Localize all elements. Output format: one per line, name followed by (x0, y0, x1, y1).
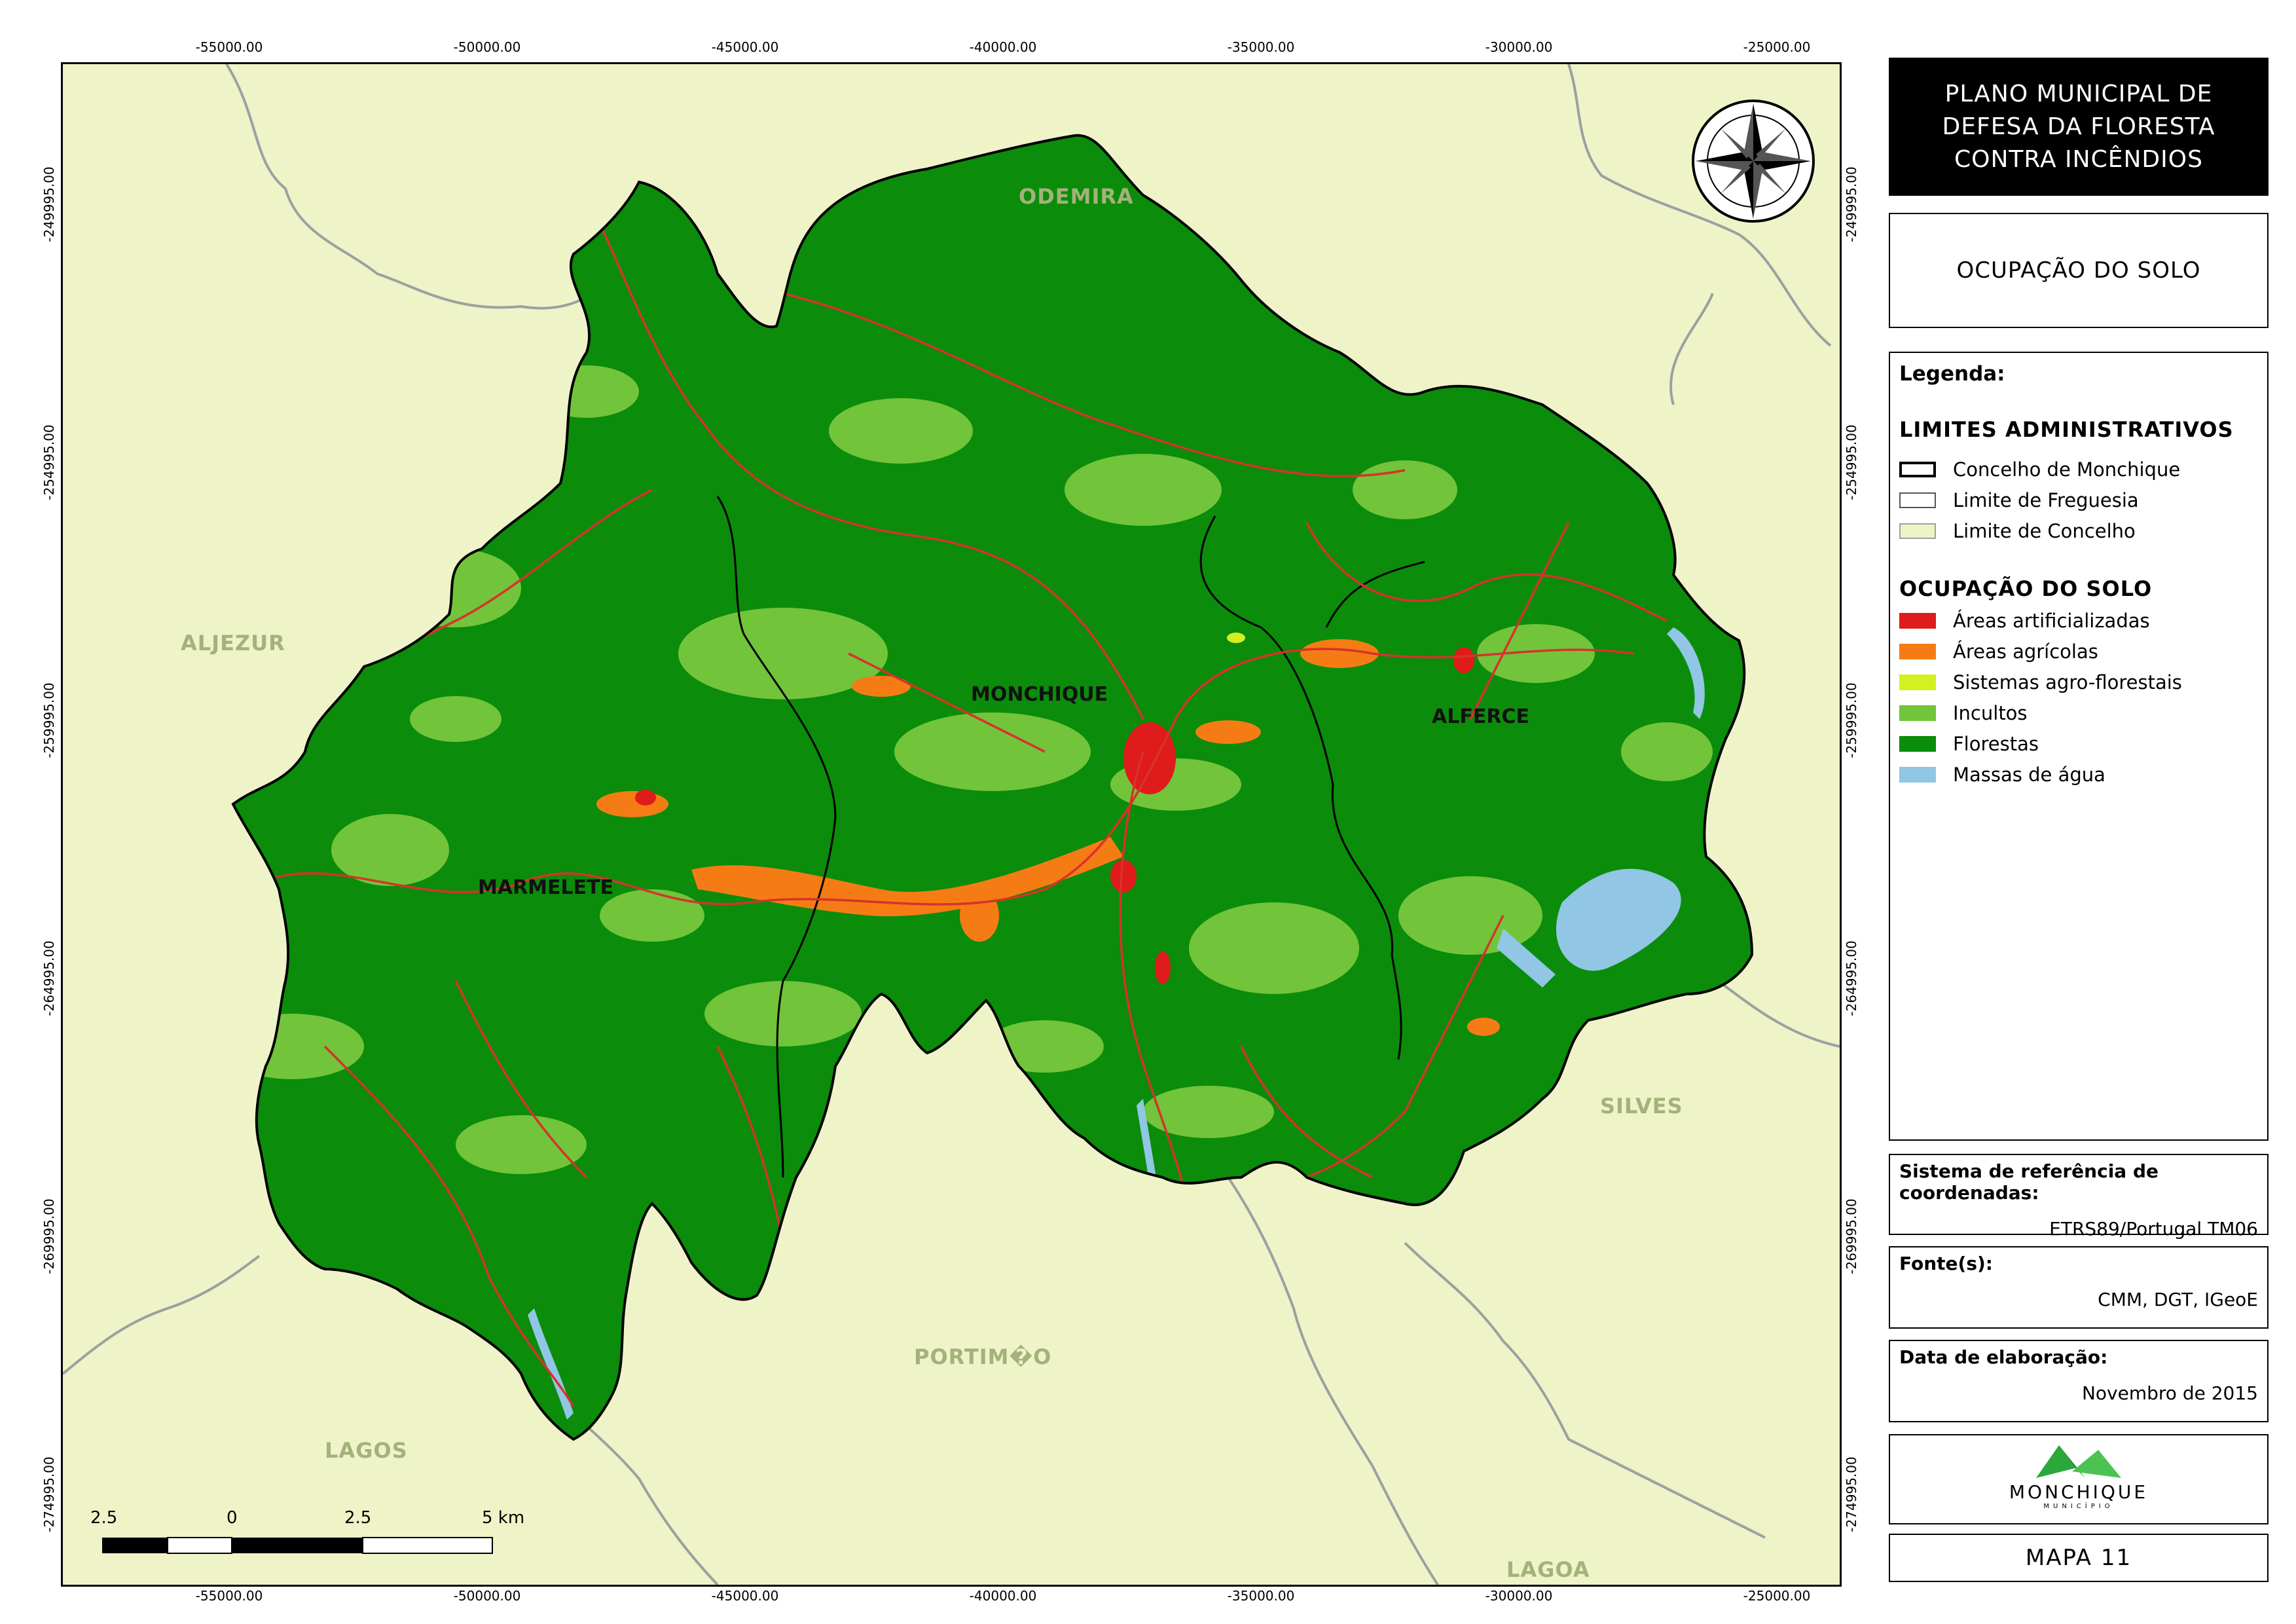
legend-heading: Legenda: (1899, 362, 2005, 386)
legend-item: Massas de água (1899, 759, 2258, 790)
y-tick-left: -254995.00 (41, 424, 57, 500)
legend-item: Áreas artificializadas (1899, 605, 2258, 636)
x-tick-bottom: -45000.00 (711, 1588, 779, 1604)
srs-value: ETRS89/Portugal TM06 (2049, 1218, 2258, 1240)
y-tick-left: -269995.00 (41, 1198, 57, 1274)
legend-item: Limite de Concelho (1899, 515, 2258, 546)
legend-swatch (1899, 705, 1936, 721)
x-tick-top: -55000.00 (195, 39, 263, 55)
x-tick-bottom: -30000.00 (1485, 1588, 1553, 1604)
logo-name: MONCHIQUE (2009, 1481, 2149, 1503)
y-tick-right: -254995.00 (1844, 424, 1859, 500)
legend-item: Concelho de Monchique (1899, 454, 2258, 485)
legend-label: Massas de água (1953, 763, 2105, 786)
label-silves: SILVES (1600, 1094, 1683, 1118)
date-heading: Data de elaboração: (1899, 1346, 2108, 1368)
source-value: CMM, DGT, IGeoE (2098, 1289, 2258, 1310)
legend-item: Incultos (1899, 697, 2258, 728)
legend-label: Áreas artificializadas (1953, 609, 2150, 632)
x-tick-top: -50000.00 (453, 39, 521, 55)
legend-item: Áreas agrícolas (1899, 636, 2258, 667)
y-tick-right: -259995.00 (1844, 682, 1859, 758)
label-aljezur: ALJEZUR (181, 631, 285, 655)
srs-box: Sistema de referência de coordenadas: ET… (1889, 1154, 2269, 1240)
legend-label: Concelho de Monchique (1953, 458, 2181, 481)
date-value: Novembro de 2015 (2081, 1382, 2258, 1404)
label-odemira: ODEMIRA (1019, 184, 1134, 209)
x-tick-top: -45000.00 (711, 39, 779, 55)
agro-florestais-patch (1227, 633, 1245, 643)
scale-bar (102, 1537, 493, 1554)
srs-heading: Sistema de referência de coordenadas: (1899, 1160, 2159, 1204)
monchique-logo-icon (2036, 1445, 2121, 1478)
legend-label: Florestas (1953, 732, 2039, 755)
x-tick-top: -40000.00 (969, 39, 1037, 55)
scale-label-4: 5 km (482, 1508, 525, 1528)
legend-label: Sistemas agro-florestais (1953, 671, 2182, 693)
legend-label: Limite de Concelho (1953, 519, 2136, 542)
source-heading: Fonte(s): (1899, 1253, 1993, 1274)
y-tick-left: -259995.00 (41, 682, 57, 758)
map-number: MAPA 11 (2025, 1545, 2132, 1571)
map-subtitle: OCUPAÇÃO DO SOLO (1956, 257, 2201, 284)
legend-item: Florestas (1899, 728, 2258, 759)
title-line-3: CONTRA INCÊNDIOS (1954, 145, 2203, 173)
legend-swatch (1899, 766, 1936, 783)
y-tick-right: -264995.00 (1844, 940, 1859, 1016)
y-tick-right: -269995.00 (1844, 1198, 1859, 1274)
title-box: PLANO MUNICIPAL DE DEFESA DA FLORESTA CO… (1889, 58, 2269, 196)
x-tick-top: -30000.00 (1485, 39, 1553, 55)
legend-admin-title: LIMITES ADMINISTRATIVOS (1899, 417, 2234, 442)
title-line-2: DEFESA DA FLORESTA (1942, 113, 2215, 140)
scale-label-3: 2.5 (344, 1508, 372, 1528)
x-tick-bottom: -40000.00 (969, 1588, 1037, 1604)
label-lagoa: LAGOA (1506, 1557, 1590, 1582)
x-tick-top: -25000.00 (1743, 39, 1811, 55)
legend-label: Áreas agrícolas (1953, 640, 2098, 663)
legend-swatch (1899, 612, 1936, 629)
x-tick-bottom: -50000.00 (453, 1588, 521, 1604)
date-box: Data de elaboração: Novembro de 2015 (1889, 1340, 2269, 1422)
legend-swatch (1899, 735, 1936, 752)
legend-swatch (1899, 461, 1936, 477)
scale-label-1: 2.5 (90, 1508, 118, 1528)
label-portimao: PORTIM�O (914, 1344, 1052, 1369)
legend-label: Limite de Freguesia (1953, 489, 2139, 511)
legend-swatch (1899, 523, 1936, 539)
legend-swatch (1899, 643, 1936, 659)
legend-item: Limite de Freguesia (1899, 485, 2258, 515)
legend-landuse-title: OCUPAÇÃO DO SOLO (1899, 576, 2153, 601)
subtitle-box: OCUPAÇÃO DO SOLO (1889, 213, 2269, 328)
north-arrow-icon (1692, 100, 1815, 223)
label-monchique: MONCHIQUE (971, 683, 1108, 706)
y-tick-left: -264995.00 (41, 940, 57, 1016)
municipality-logo: MONCHIQUE MUNICÍPIO (1889, 1434, 2269, 1524)
logo-tagline: MUNICÍPIO (2043, 1503, 2114, 1510)
y-tick-left: -249995.00 (41, 166, 57, 242)
legend-item: Sistemas agro-florestais (1899, 667, 2258, 697)
legend-box: Legenda: LIMITES ADMINISTRATIVOS Concelh… (1889, 352, 2269, 1141)
scale-label-2: 0 (227, 1508, 238, 1528)
x-tick-top: -35000.00 (1227, 39, 1295, 55)
x-tick-bottom: -55000.00 (195, 1588, 263, 1604)
source-box: Fonte(s): CMM, DGT, IGeoE (1889, 1246, 2269, 1329)
label-lagos: LAGOS (325, 1438, 408, 1463)
map-number-box: MAPA 11 (1889, 1534, 2269, 1582)
legend-swatch (1899, 674, 1936, 690)
legend-swatch (1899, 492, 1936, 508)
legend-landuse-list: Áreas artificializadas Áreas agrícolas Sis… (1899, 605, 2258, 790)
map-frame[interactable]: ODEMIRA ALJEZUR SILVES PORTIM�O LAGOS LA… (61, 62, 1842, 1587)
x-tick-bottom: -35000.00 (1227, 1588, 1295, 1604)
y-tick-right: -249995.00 (1844, 166, 1859, 242)
x-tick-bottom: -25000.00 (1743, 1588, 1811, 1604)
y-tick-left: -274995.00 (41, 1456, 57, 1532)
label-alferce: ALFERCE (1432, 705, 1529, 728)
title-line-1: PLANO MUNICIPAL DE (1944, 80, 2213, 107)
label-marmelete: MARMELETE (478, 876, 614, 899)
y-tick-right: -274995.00 (1844, 1456, 1859, 1532)
legend-label: Incultos (1953, 701, 2028, 724)
